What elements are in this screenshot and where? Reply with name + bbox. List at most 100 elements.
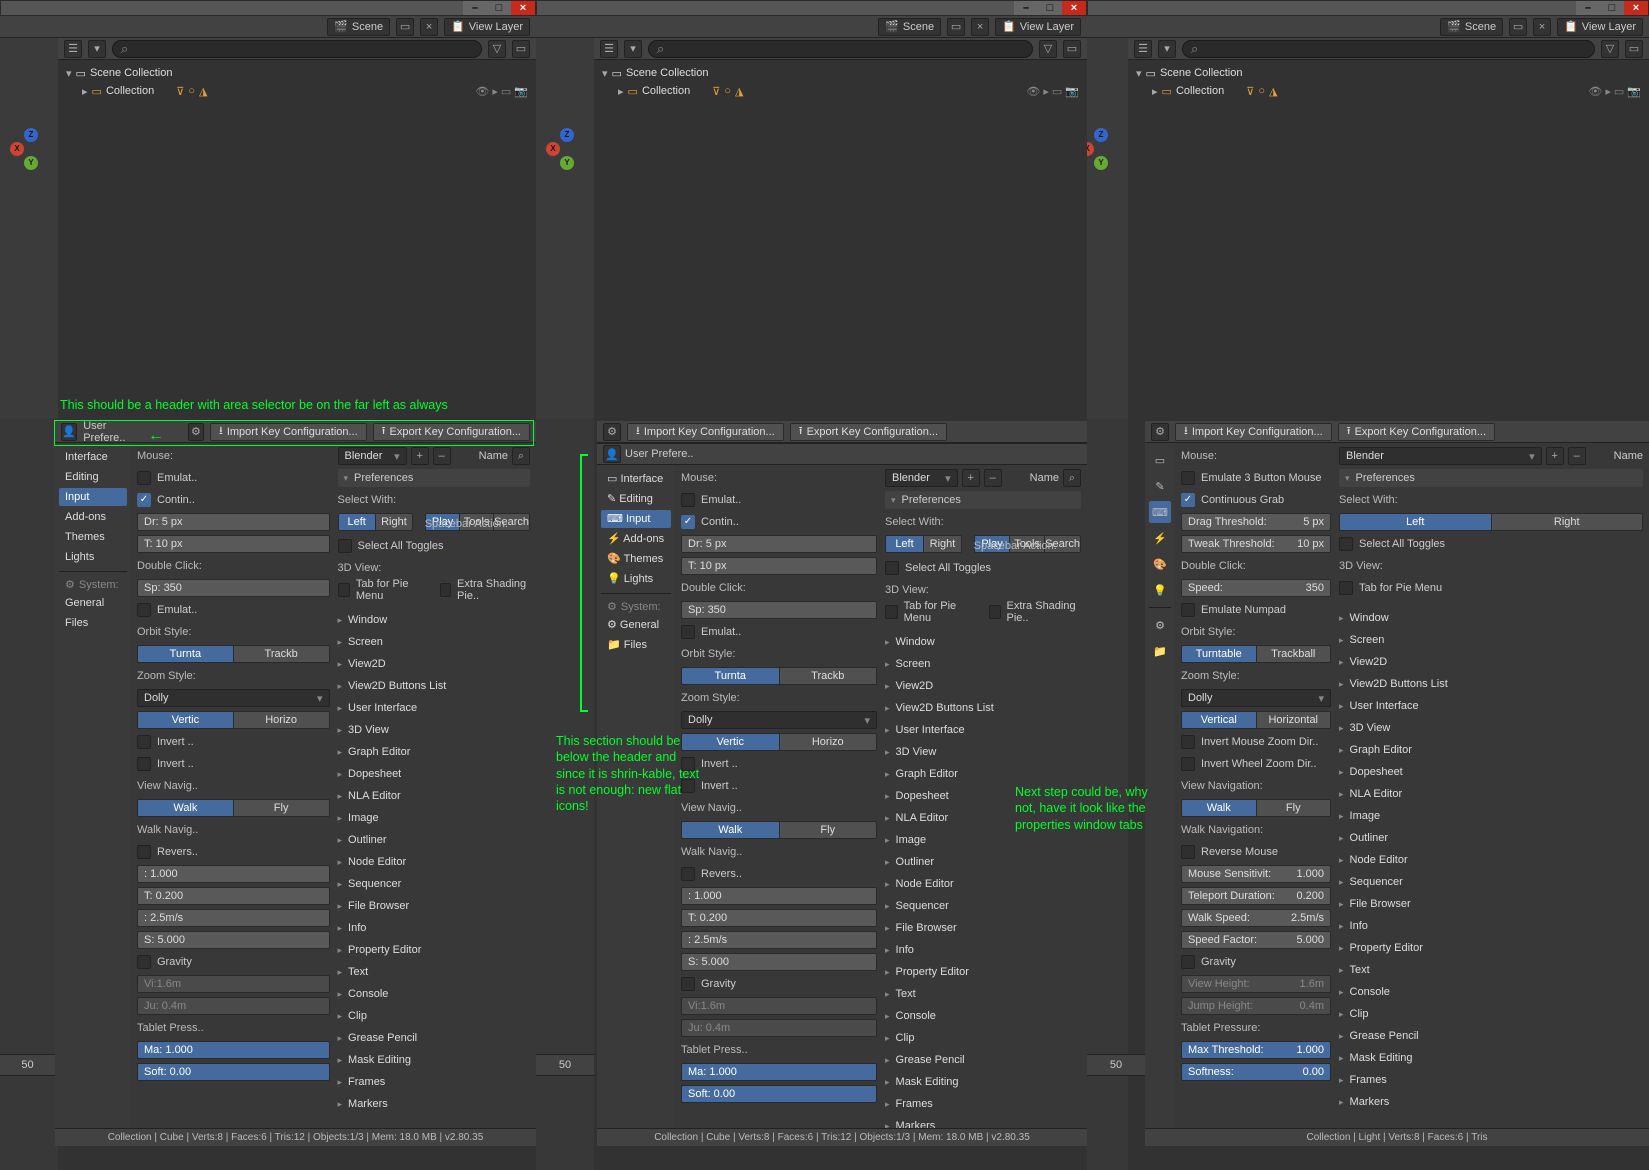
select-all-toggles-checkbox[interactable]: Select All Toggles: [885, 559, 1081, 577]
teleport-duration-field[interactable]: T: 0.200: [137, 887, 330, 905]
mouse-sensitivity-field[interactable]: : 1.000: [681, 887, 877, 905]
keymap-preset-dropdown[interactable]: Blender: [338, 447, 407, 465]
tab-pie-checkbox[interactable]: Tab for Pie Menu: [885, 603, 977, 621]
keymap-section[interactable]: 3D View: [885, 743, 1081, 761]
keymap-section-info[interactable]: Info: [338, 919, 531, 937]
extra-shading-checkbox[interactable]: Extra Shading Pie..: [989, 603, 1081, 621]
max-threshold-field[interactable]: Ma: 1.000: [137, 1041, 330, 1059]
zoom-axis-toggle[interactable]: VerticalHorizontal: [1181, 711, 1331, 729]
scene-collection-row[interactable]: ▾▭Scene Collection: [1136, 64, 1641, 82]
emulate-3button-checkbox[interactable]: Emulate 3 Button Mouse: [1181, 469, 1331, 487]
nav-mode-toggle[interactable]: WalkFly: [681, 821, 877, 839]
continuous-grab-checkbox[interactable]: Contin..: [681, 513, 877, 531]
keymap-section[interactable]: Property Editor: [1339, 939, 1643, 957]
axis-y-icon[interactable]: Y: [560, 156, 574, 170]
invert-zoom-checkbox[interactable]: Invert ..: [137, 733, 330, 751]
editor-type-icon[interactable]: ☰: [1134, 40, 1152, 58]
minimize-button[interactable]: –: [1576, 1, 1600, 15]
keymap-section-gpencil[interactable]: Grease Pencil: [338, 1029, 531, 1047]
keymap-section-ui[interactable]: User Interface: [338, 699, 531, 717]
outliner-search-input[interactable]: [1182, 40, 1595, 58]
export-keys-button[interactable]: ⭱Export Key Configuration...: [790, 423, 947, 441]
keymap-section-image[interactable]: Image: [338, 809, 531, 827]
cat-interface[interactable]: ▭ Interface: [601, 470, 671, 488]
viewlayer-selector[interactable]: 📋View Layer: [1557, 18, 1643, 36]
outliner-search-input[interactable]: [648, 40, 1033, 58]
keymap-section-view2d[interactable]: View2D: [338, 655, 531, 673]
keymap-section-dopesheet[interactable]: Dopesheet: [338, 765, 531, 783]
prefs-area-icon[interactable]: 👤: [61, 423, 77, 441]
scene-browse-button[interactable]: ▭: [947, 18, 965, 36]
keymap-section-mask[interactable]: Mask Editing: [338, 1051, 531, 1069]
softness-field[interactable]: Soft: 0.00: [681, 1085, 877, 1103]
keymap-section[interactable]: View2D: [1339, 653, 1643, 671]
keymap-section-graph[interactable]: Graph Editor: [338, 743, 531, 761]
speed-factor-field[interactable]: S: 5.000: [137, 931, 330, 949]
keymap-section-sequencer[interactable]: Sequencer: [338, 875, 531, 893]
maximize-button[interactable]: □: [487, 1, 511, 15]
add-button[interactable]: +: [962, 469, 980, 487]
cat-general[interactable]: General: [59, 594, 127, 612]
keymap-section[interactable]: Markers: [1339, 1093, 1643, 1111]
collection-row[interactable]: ▸▭Collection⊽○◮👁▸▭📷: [1136, 82, 1641, 100]
softness-field[interactable]: Softness:0.00: [1181, 1063, 1331, 1081]
keymap-section[interactable]: Graph Editor: [1339, 741, 1643, 759]
continuous-grab-checkbox[interactable]: Contin..: [137, 491, 330, 509]
keymap-section[interactable]: User Interface: [885, 721, 1081, 739]
cat-interface-icon[interactable]: ▭: [1155, 449, 1165, 471]
gravity-checkbox[interactable]: Gravity: [137, 953, 330, 971]
cat-addons[interactable]: Add-ons: [59, 508, 127, 526]
cat-general[interactable]: ⚙ General: [601, 616, 671, 634]
view-height-field[interactable]: Vi:1.6m: [681, 997, 877, 1015]
cat-themes-icon[interactable]: 🎨: [1153, 553, 1167, 575]
keymap-section[interactable]: Screen: [1339, 631, 1643, 649]
keymap-preset-dropdown[interactable]: Blender: [1339, 447, 1542, 465]
keymap-section-3dview[interactable]: 3D View: [338, 721, 531, 739]
keymap-section[interactable]: Text: [1339, 961, 1643, 979]
walk-speed-field[interactable]: : 2.5m/s: [681, 931, 877, 949]
filter-icon[interactable]: ▽: [1601, 40, 1619, 58]
walk-speed-field[interactable]: : 2.5m/s: [137, 909, 330, 927]
jump-height-field[interactable]: Ju: 0.4m: [137, 997, 330, 1015]
outliner-search-input[interactable]: [112, 40, 482, 58]
keymap-section[interactable]: Mask Editing: [885, 1073, 1081, 1091]
keymap-section[interactable]: User Interface: [1339, 697, 1643, 715]
mouse-sensitivity-field[interactable]: : 1.000: [137, 865, 330, 883]
keymap-section[interactable]: Mask Editing: [1339, 1049, 1643, 1067]
keymap-search-icon[interactable]: ⌕: [512, 447, 530, 465]
preferences-panel[interactable]: Preferences: [338, 469, 531, 487]
keymap-section[interactable]: Dopesheet: [1339, 763, 1643, 781]
select-all-toggles-checkbox[interactable]: Select All Toggles: [338, 537, 531, 555]
eye-icon[interactable]: 👁: [1588, 85, 1602, 98]
keymap-section[interactable]: Node Editor: [1339, 851, 1643, 869]
cat-editing-icon[interactable]: ✎: [1155, 475, 1164, 497]
editor-type-icon[interactable]: ☰: [600, 40, 618, 58]
axis-x-icon[interactable]: X: [546, 142, 560, 156]
keymap-section-window[interactable]: Window: [338, 611, 531, 629]
keymap-section[interactable]: Frames: [885, 1095, 1081, 1113]
keymap-section[interactable]: Node Editor: [885, 875, 1081, 893]
zoom-style-dropdown[interactable]: Dolly: [137, 689, 330, 707]
doubleclick-speed-field[interactable]: Speed:350: [1181, 579, 1331, 597]
keymap-section[interactable]: View2D Buttons List: [1339, 675, 1643, 693]
reverse-mouse-checkbox[interactable]: Reverse Mouse: [1181, 843, 1331, 861]
nav-mode-toggle[interactable]: WalkFly: [137, 799, 330, 817]
cursor-icon[interactable]: ▸: [492, 85, 498, 98]
cat-files[interactable]: Files: [59, 614, 127, 632]
viewport-icon[interactable]: ▭: [1052, 85, 1062, 98]
keymap-section[interactable]: Grease Pencil: [1339, 1027, 1643, 1045]
gravity-checkbox[interactable]: Gravity: [1181, 953, 1331, 971]
tweak-threshold-field[interactable]: T: 10 px: [681, 557, 877, 575]
scene-selector[interactable]: 🎬Scene: [327, 18, 390, 36]
invert-wheel-checkbox[interactable]: Invert Wheel Zoom Dir..: [1181, 755, 1331, 773]
keymap-section[interactable]: Clip: [885, 1029, 1081, 1047]
keymap-preset-dropdown[interactable]: Blender: [885, 469, 958, 487]
eye-icon[interactable]: 👁: [1026, 85, 1040, 98]
select-with-toggle[interactable]: LeftRight: [1339, 513, 1643, 531]
tweak-threshold-field[interactable]: T: 10 px: [137, 535, 330, 553]
cat-files-icon[interactable]: 📁: [1153, 640, 1167, 662]
keymap-section[interactable]: File Browser: [1339, 895, 1643, 913]
keymap-section-property[interactable]: Property Editor: [338, 941, 531, 959]
keymap-section[interactable]: Console: [885, 1007, 1081, 1025]
keymap-section-outliner[interactable]: Outliner: [338, 831, 531, 849]
